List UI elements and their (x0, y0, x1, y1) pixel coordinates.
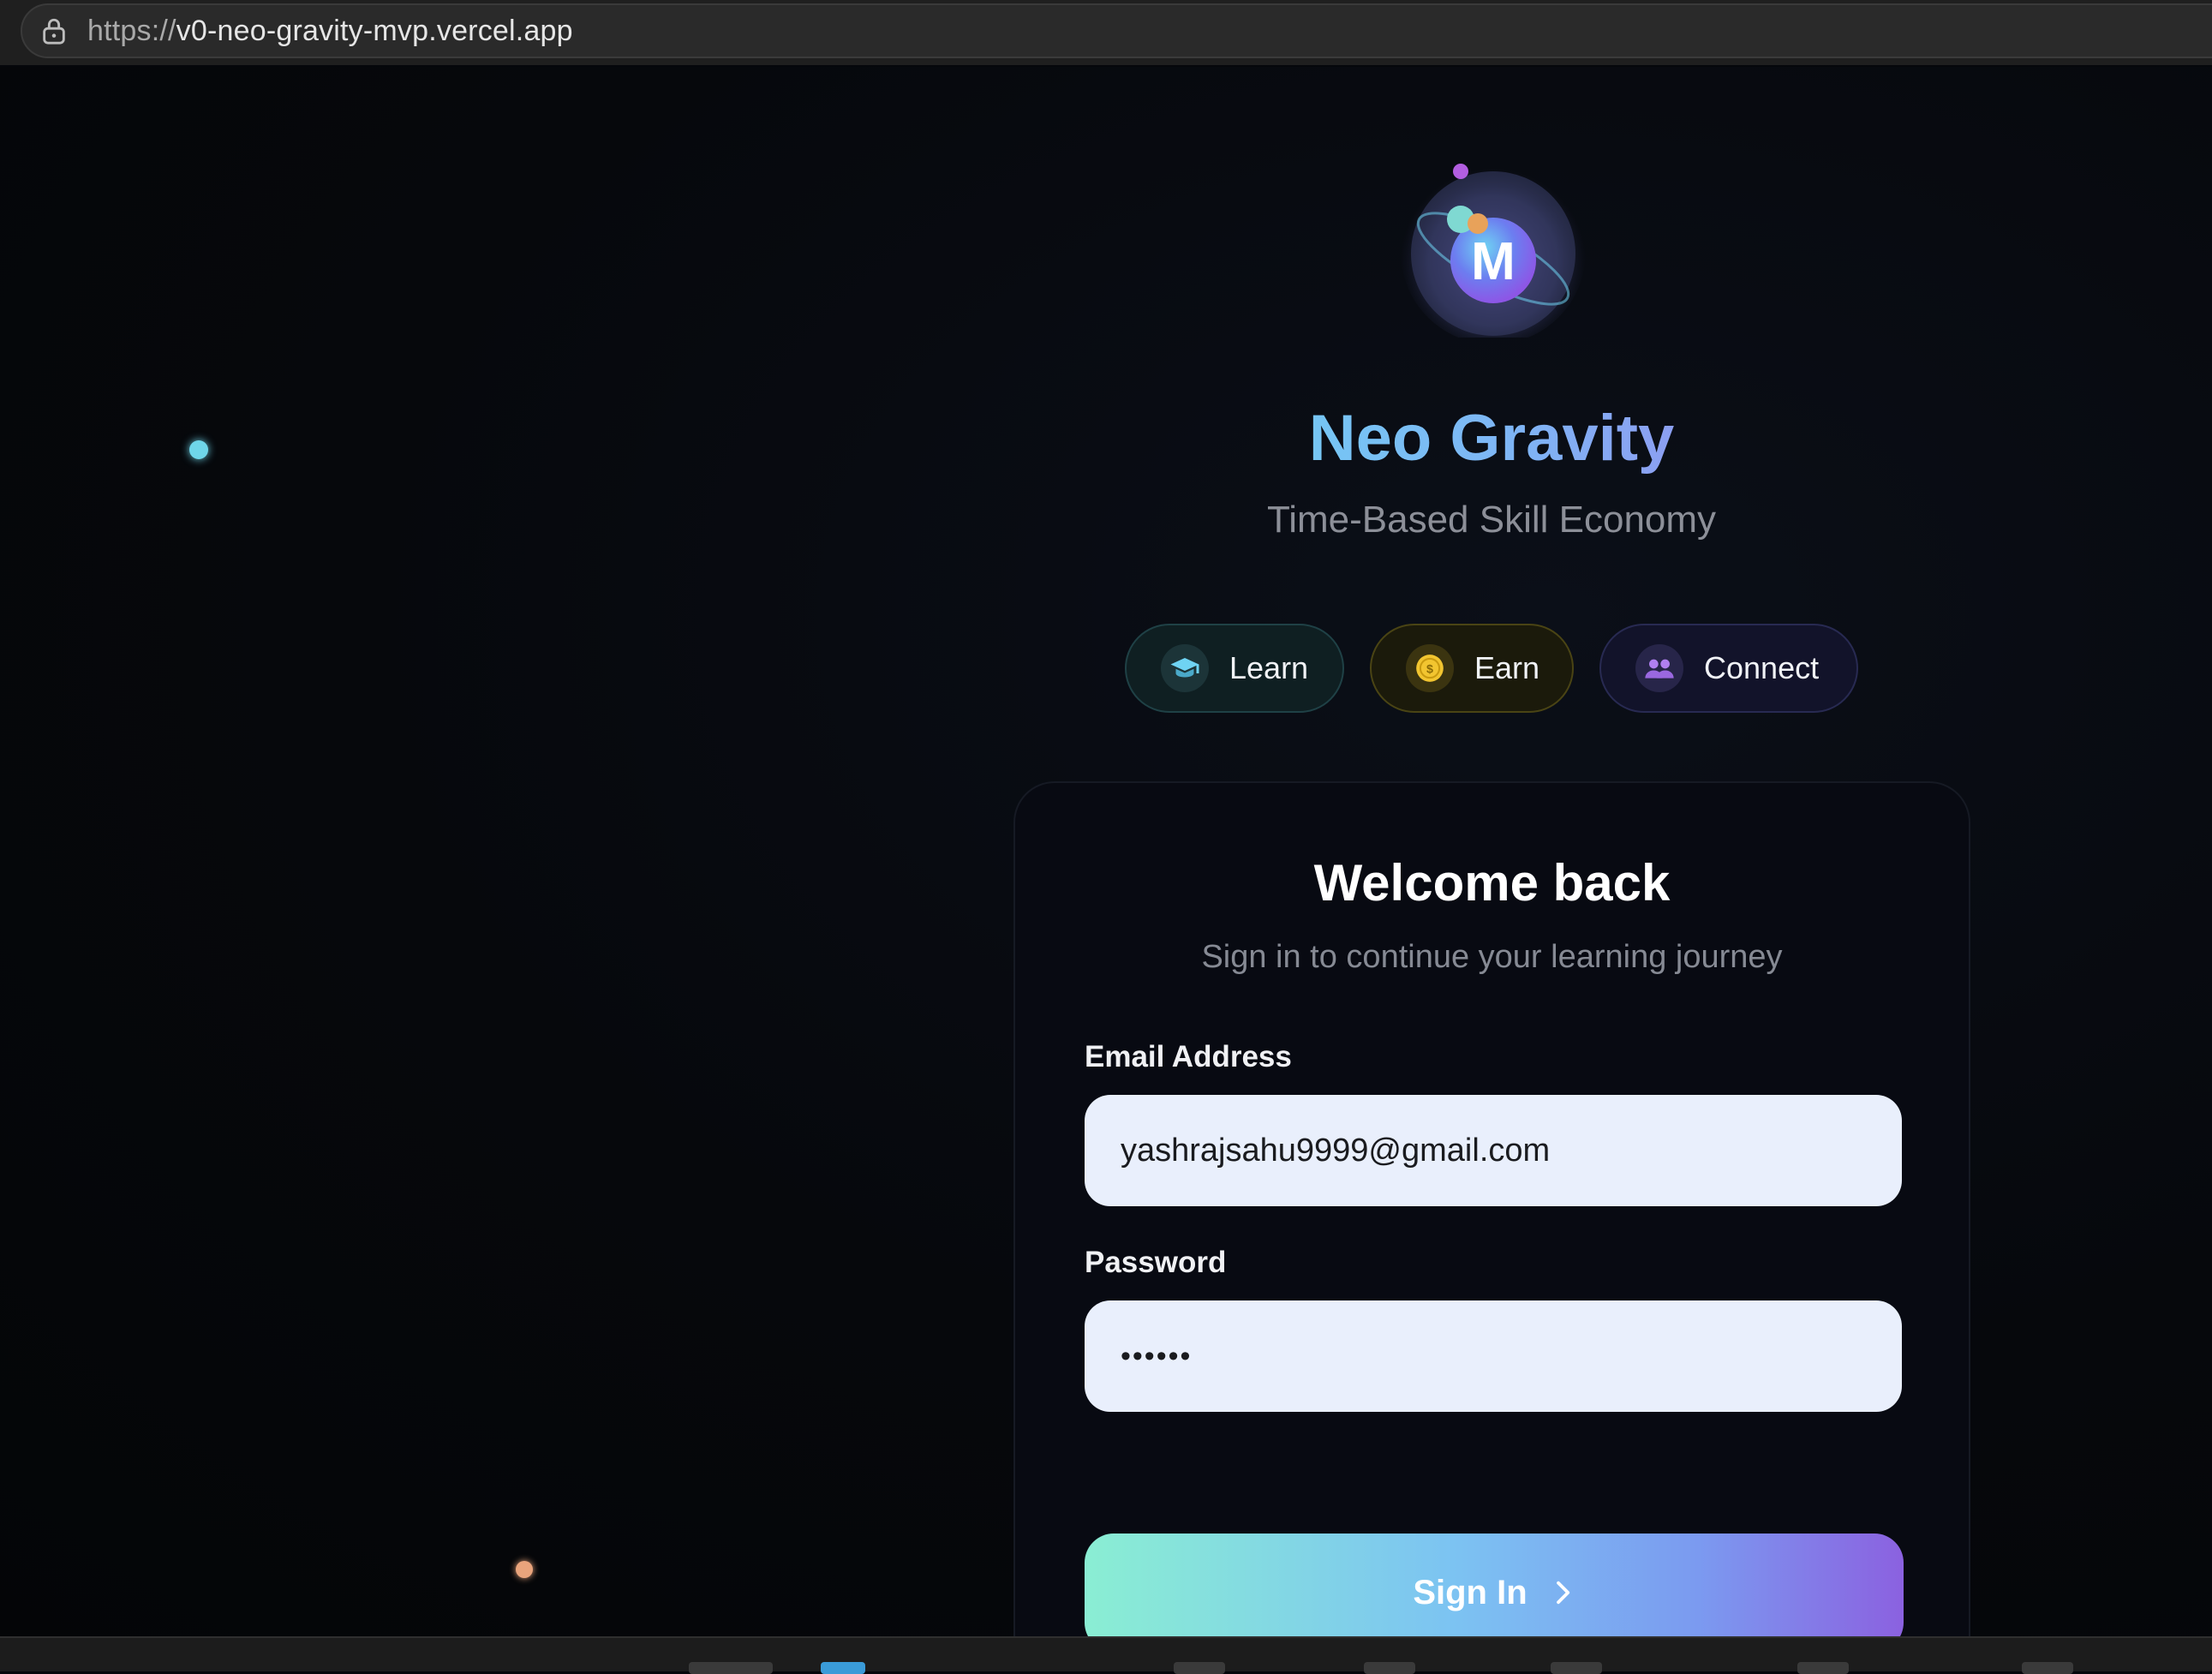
login-title: Welcome back (1313, 854, 1671, 912)
taskbar-app-icon[interactable] (1364, 1662, 1415, 1674)
graduation-cap-icon (1161, 644, 1209, 692)
feature-pill-learn[interactable]: Learn (1125, 624, 1344, 713)
url-host: v0-neo-gravity-mvp.vercel.app (176, 14, 573, 47)
floating-particle (189, 440, 208, 459)
brand-subtitle: Time-Based Skill Economy (1266, 499, 1717, 541)
sign-in-label: Sign In (1413, 1573, 1527, 1611)
sign-in-button[interactable]: Sign In (1085, 1534, 1904, 1636)
floating-particle (516, 1561, 533, 1578)
url-field[interactable]: https://v0-neo-gravity-mvp.vercel.app (21, 3, 2212, 58)
taskbar-app-icon[interactable] (689, 1662, 773, 1674)
feature-pill-label: Connect (1704, 650, 1820, 685)
taskbar-app-icon[interactable] (821, 1662, 865, 1674)
email-field[interactable] (1085, 1095, 1902, 1206)
os-taskbar (0, 1636, 2212, 1674)
page-content: M Neo Gravity Time-Based Skill Economy L… (0, 67, 2212, 1636)
feature-pill-earn[interactable]: $ Earn (1370, 624, 1574, 713)
taskbar-app-icon[interactable] (1797, 1662, 1849, 1674)
taskbar-app-icon[interactable] (1174, 1662, 1225, 1674)
feature-pill-connect[interactable]: Connect (1599, 624, 1858, 713)
chevron-right-icon (1556, 1581, 1569, 1605)
neo-gravity-logo: M (1401, 159, 1586, 338)
lock-icon[interactable] (39, 16, 69, 45)
svg-text:$: $ (1426, 663, 1433, 677)
login-card: Welcome back Sign in to continue your le… (1013, 781, 1970, 1636)
feature-pill-label: Earn (1474, 650, 1540, 685)
url-scheme: https:// (87, 14, 176, 47)
taskbar-app-icon[interactable] (2022, 1662, 2073, 1674)
coin-icon: $ (1406, 644, 1454, 692)
password-field[interactable] (1085, 1300, 1902, 1412)
logo-letter: M (1471, 232, 1516, 291)
email-label: Email Address (1085, 1040, 1292, 1073)
users-icon (1635, 644, 1683, 692)
browser-address-bar: https://v0-neo-gravity-mvp.vercel.app (0, 0, 2212, 65)
taskbar-app-icon[interactable] (1551, 1662, 1602, 1674)
feature-pill-label: Learn (1229, 650, 1309, 685)
url-text[interactable]: https://v0-neo-gravity-mvp.vercel.app (87, 15, 573, 48)
login-subtitle: Sign in to continue your learning journe… (1201, 939, 1783, 975)
brand-title: Neo Gravity (1149, 401, 1834, 475)
password-label: Password (1085, 1246, 1227, 1279)
